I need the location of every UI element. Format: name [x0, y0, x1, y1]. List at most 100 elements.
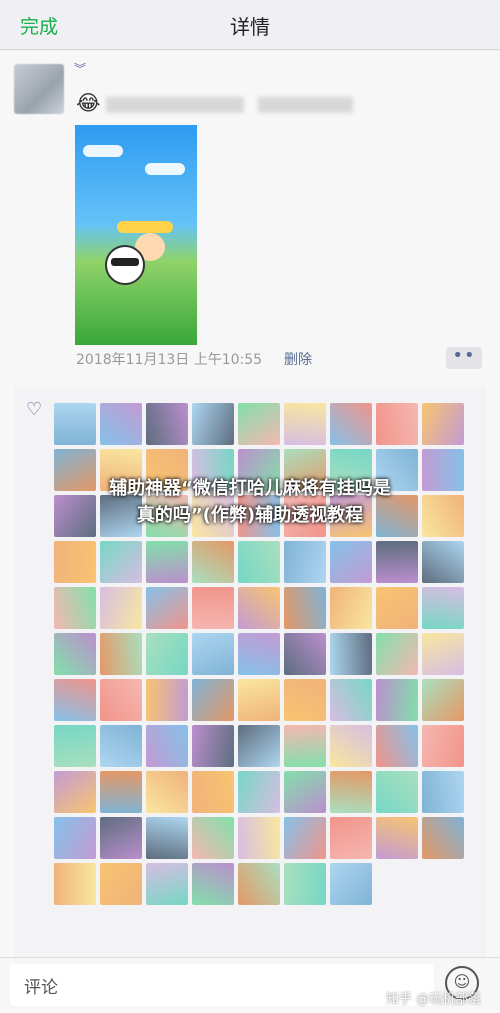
liker-avatar[interactable]: [238, 633, 280, 675]
liker-avatar[interactable]: [238, 863, 280, 905]
liker-avatar[interactable]: [284, 541, 326, 583]
liker-avatar[interactable]: [238, 587, 280, 629]
liker-avatar[interactable]: [238, 817, 280, 859]
comment-placeholder: 评论: [24, 978, 58, 998]
liker-avatar[interactable]: [330, 587, 372, 629]
liker-avatar[interactable]: [376, 817, 418, 859]
liker-avatar[interactable]: [54, 403, 96, 445]
liker-avatar[interactable]: [192, 817, 234, 859]
liker-avatar[interactable]: [330, 541, 372, 583]
liker-avatar[interactable]: [146, 817, 188, 859]
liker-avatar[interactable]: [54, 587, 96, 629]
liker-avatar[interactable]: [146, 771, 188, 813]
liker-avatar[interactable]: [284, 817, 326, 859]
liker-avatar[interactable]: [422, 679, 464, 721]
liker-avatar[interactable]: [238, 541, 280, 583]
game-banner: [117, 221, 173, 233]
liker-avatar[interactable]: [100, 633, 142, 675]
overlay-line: 真的吗”(作弊)辅助透视教程: [136, 505, 364, 526]
liker-avatar[interactable]: [192, 863, 234, 905]
liker-avatar[interactable]: [422, 817, 464, 859]
liker-avatar[interactable]: [238, 771, 280, 813]
liker-avatar[interactable]: [100, 863, 142, 905]
liker-avatar[interactable]: [376, 679, 418, 721]
liker-avatar[interactable]: [192, 771, 234, 813]
liker-avatar[interactable]: [54, 633, 96, 675]
liker-avatar[interactable]: [192, 633, 234, 675]
liker-avatar[interactable]: [284, 587, 326, 629]
liker-avatar[interactable]: [146, 725, 188, 767]
more-options-button[interactable]: ••: [446, 347, 482, 369]
liker-avatar[interactable]: [100, 817, 142, 859]
liker-avatar[interactable]: [100, 771, 142, 813]
watermark: 知乎 @玩机部落: [386, 992, 482, 1007]
liker-avatar[interactable]: [54, 541, 96, 583]
navigation-bar: 完成 详情: [0, 0, 500, 50]
liker-avatar[interactable]: [146, 587, 188, 629]
liker-avatar[interactable]: [376, 633, 418, 675]
liker-avatar[interactable]: [100, 587, 142, 629]
liker-avatar[interactable]: [192, 725, 234, 767]
liker-avatar[interactable]: [100, 725, 142, 767]
liker-avatar[interactable]: [284, 633, 326, 675]
liker-avatar[interactable]: [54, 863, 96, 905]
liker-avatar[interactable]: [146, 403, 188, 445]
liker-avatar[interactable]: [376, 403, 418, 445]
post-image[interactable]: [75, 125, 197, 345]
comment-input[interactable]: [10, 964, 434, 1006]
liker-avatar[interactable]: [54, 679, 96, 721]
liker-avatar[interactable]: [238, 725, 280, 767]
game-mask: [111, 258, 139, 266]
blurred-text: [258, 97, 353, 113]
liker-avatar[interactable]: [146, 541, 188, 583]
liker-avatar[interactable]: [54, 817, 96, 859]
liker-avatar[interactable]: [100, 679, 142, 721]
liker-avatar[interactable]: [330, 679, 372, 721]
liker-avatar[interactable]: [376, 771, 418, 813]
liker-avatar[interactable]: [422, 403, 464, 445]
liker-avatar[interactable]: [238, 679, 280, 721]
liker-avatar[interactable]: [284, 679, 326, 721]
liker-avatar[interactable]: [146, 679, 188, 721]
post-timestamp: 2018年11月13日 上午10:55: [76, 352, 263, 368]
liker-avatar[interactable]: [330, 863, 372, 905]
liker-avatar[interactable]: [238, 403, 280, 445]
heart-outline-icon: ♡: [26, 399, 43, 420]
liker-avatar[interactable]: [422, 725, 464, 767]
liker-avatar[interactable]: [192, 679, 234, 721]
liker-avatar[interactable]: [54, 771, 96, 813]
liker-avatar[interactable]: [100, 541, 142, 583]
liker-avatar[interactable]: [54, 725, 96, 767]
liker-avatar[interactable]: [330, 403, 372, 445]
liker-avatar[interactable]: [192, 403, 234, 445]
liker-avatar[interactable]: [146, 863, 188, 905]
liker-avatar[interactable]: [376, 587, 418, 629]
liker-avatar[interactable]: [284, 863, 326, 905]
likes-panel: ♡: [14, 387, 486, 957]
liker-avatar[interactable]: [422, 587, 464, 629]
liker-avatar[interactable]: [330, 633, 372, 675]
avatar[interactable]: [14, 64, 64, 114]
liker-avatar[interactable]: [330, 817, 372, 859]
cloud-shape: [145, 163, 185, 175]
liker-avatar[interactable]: [146, 633, 188, 675]
laughing-emoji: 😂: [76, 91, 101, 115]
liker-avatar[interactable]: [100, 403, 142, 445]
liker-avatar[interactable]: [192, 541, 234, 583]
liker-avatar[interactable]: [284, 725, 326, 767]
liker-avatar[interactable]: [422, 633, 464, 675]
liker-avatar[interactable]: [422, 771, 464, 813]
liker-avatar[interactable]: [422, 541, 464, 583]
liker-avatar[interactable]: [192, 587, 234, 629]
liker-avatar[interactable]: [376, 725, 418, 767]
delete-button[interactable]: 删除: [284, 349, 312, 369]
liker-avatar[interactable]: [330, 725, 372, 767]
cloud-shape: [83, 145, 123, 157]
liker-avatar[interactable]: [284, 771, 326, 813]
liker-avatar[interactable]: [376, 541, 418, 583]
overlay-caption: 辅助神器“微信打哈儿麻将有挂吗是 真的吗”(作弊)辅助透视教程: [52, 475, 448, 529]
chevron-down-icon[interactable]: ︾: [74, 60, 86, 77]
liker-avatar[interactable]: [330, 771, 372, 813]
blurred-text: [106, 97, 244, 113]
liker-avatar[interactable]: [284, 403, 326, 445]
